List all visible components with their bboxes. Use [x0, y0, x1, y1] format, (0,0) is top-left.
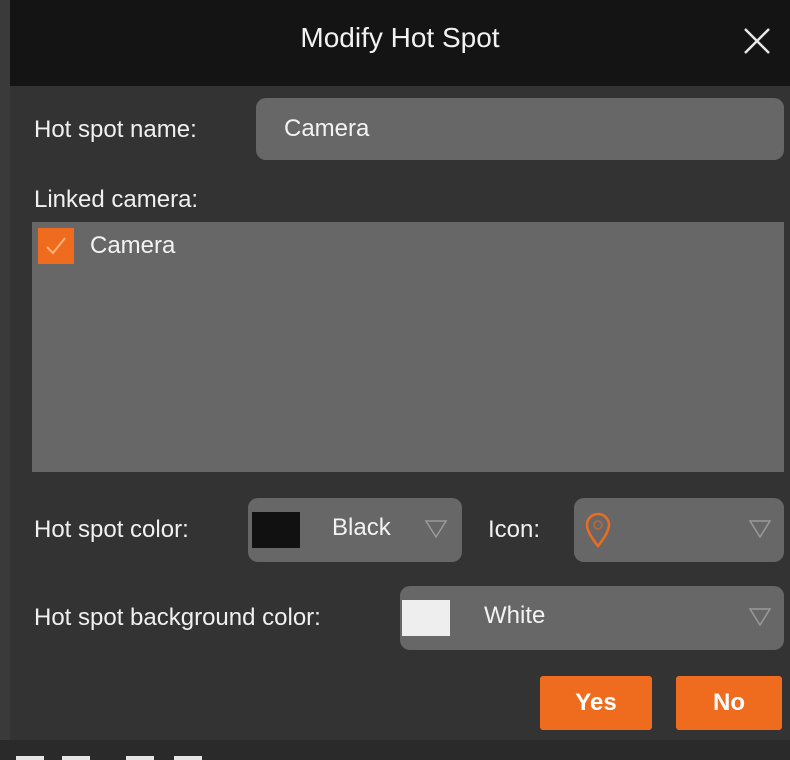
icon-dropdown[interactable] — [574, 498, 784, 562]
black-color-swatch — [252, 512, 300, 548]
linked-camera-label: Linked camera: — [34, 186, 199, 213]
hot-spot-color-label: Hot spot color: — [34, 516, 189, 543]
hot-spot-color-value: Black — [332, 514, 391, 541]
chevron-down-icon — [748, 608, 772, 627]
close-button[interactable] — [740, 24, 774, 58]
camera-checkbox[interactable] — [38, 228, 74, 264]
no-button[interactable]: No — [676, 676, 782, 730]
background-taskbar-strip — [0, 740, 790, 760]
close-icon — [744, 28, 770, 54]
map-pin-icon — [585, 512, 611, 548]
background-thumbnail — [174, 756, 202, 760]
background-color-dropdown[interactable]: White — [400, 586, 784, 650]
background-thumbnail — [62, 756, 90, 760]
white-color-swatch — [402, 600, 450, 636]
linked-camera-list[interactable]: Camera — [32, 222, 784, 472]
list-item-camera[interactable]: Camera — [38, 228, 175, 264]
hot-spot-name-input[interactable]: Camera — [256, 98, 784, 160]
background-thumbnail — [126, 756, 154, 760]
icon-label: Icon: — [488, 516, 541, 543]
hot-spot-name-label: Hot spot name: — [34, 116, 197, 143]
title-bar: Modify Hot Spot — [10, 0, 790, 86]
background-color-label: Hot spot background color: — [34, 604, 321, 631]
dialog-title: Modify Hot Spot — [300, 22, 500, 53]
chevron-down-icon — [424, 520, 448, 539]
hot-spot-color-dropdown[interactable]: Black — [248, 498, 462, 562]
yes-button[interactable]: Yes — [540, 676, 652, 730]
background-thumbnail — [16, 756, 44, 760]
camera-item-label: Camera — [90, 232, 176, 259]
chevron-down-icon — [748, 520, 772, 539]
checkmark-icon — [46, 237, 66, 255]
modify-hot-spot-dialog: Modify Hot Spot Hot spot name: Camera Li… — [10, 0, 790, 740]
background-color-value: White — [484, 602, 546, 629]
